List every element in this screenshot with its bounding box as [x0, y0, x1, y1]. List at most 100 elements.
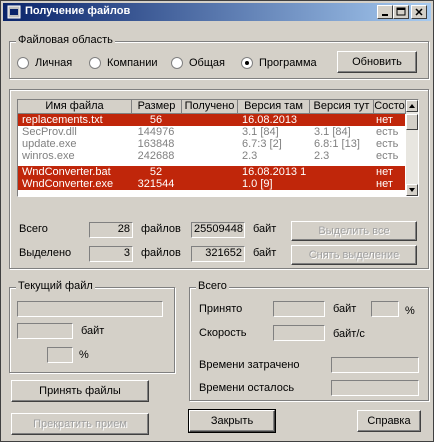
col-name-header[interactable]: Имя файла — [18, 100, 132, 114]
cell-ver-here: 2.3 — [314, 150, 330, 162]
title-bar[interactable]: Получение файлов — [3, 3, 431, 21]
cell-name: replacements.txt — [22, 114, 103, 126]
cell-size: 52 — [149, 166, 163, 178]
current-file-bytes-label: байт — [81, 325, 105, 337]
maximize-icon — [396, 7, 406, 16]
cell-state: нет — [376, 178, 393, 190]
cell-ver-there: 1.0 [9] — [242, 178, 273, 190]
total-label: Всего — [19, 223, 48, 235]
total-files-label: файлов — [141, 223, 181, 235]
radio-personal-label: Личная — [35, 57, 73, 69]
current-file-bytes-field — [17, 323, 73, 339]
current-file-group-label: Текущий файл — [16, 280, 95, 292]
speed-label: Скорость — [199, 327, 247, 339]
cell-name: WndConverter.exe — [22, 178, 114, 190]
cell-ver-there: 2.3 — [242, 150, 258, 162]
received-percent-label: % — [405, 305, 415, 317]
close-window-button[interactable] — [411, 5, 427, 19]
cell-name: WndConverter.bat — [22, 166, 111, 178]
radio-company[interactable] — [89, 57, 101, 69]
arrow-up-icon — [409, 104, 415, 108]
selected-bytes-label: байт — [253, 247, 277, 259]
received-bytes-field — [273, 301, 325, 317]
received-label: Принято — [199, 303, 243, 315]
cell-ver-here: 6.8:1 [13] — [314, 138, 360, 150]
scroll-down-button[interactable] — [406, 184, 418, 196]
cell-ver-here: 3.1 [84] — [314, 126, 351, 138]
overall-group-label: Всего — [196, 280, 229, 292]
app-icon — [7, 5, 21, 19]
window-title: Получение файлов — [25, 5, 131, 17]
cell-ver-there: 16.08.2013 1 — [242, 166, 307, 178]
radio-program[interactable] — [241, 57, 253, 69]
current-file-name-field — [17, 301, 163, 317]
col-size-header[interactable]: Размер — [132, 100, 182, 114]
speed-field — [273, 325, 325, 341]
cell-state: есть — [376, 150, 399, 162]
radio-personal[interactable] — [17, 57, 29, 69]
table-row[interactable]: update.exe 163848 6.7:3 [2] 6.8:1 [13] есть — [18, 138, 405, 150]
file-list[interactable]: Имя файла Размер Получено Версия там Версия … — [17, 99, 419, 197]
close-icon — [415, 8, 423, 16]
cell-state: нет — [376, 166, 393, 178]
time-spent-label: Времени затрачено — [199, 359, 300, 371]
minimize-button[interactable] — [377, 5, 393, 19]
help-button[interactable]: Справка — [357, 410, 421, 432]
cell-name: SecProv.dll — [22, 126, 77, 138]
time-left-label: Времени осталось — [199, 382, 295, 394]
total-files-field: 28 — [89, 222, 133, 238]
table-row[interactable]: SecProv.dll 144976 3.1 [84] 3.1 [84] есть — [18, 126, 405, 138]
table-row[interactable]: WndConverter.bat 52 16.08.2013 1 нет — [18, 166, 405, 178]
selected-label: Выделено — [19, 247, 72, 259]
cell-ver-there: 16.08.2013 — [242, 114, 298, 126]
cell-ver-there: 6.7:3 [2] — [242, 138, 282, 150]
receive-files-button[interactable]: Принять файлы — [11, 380, 149, 402]
cell-state: есть — [376, 126, 399, 138]
selected-files-label: файлов — [141, 247, 181, 259]
col-version-there-header[interactable]: Версия там — [238, 100, 310, 114]
minimize-icon — [382, 14, 388, 16]
close-button[interactable]: Закрыть — [188, 409, 276, 433]
radio-common[interactable] — [171, 57, 183, 69]
cell-size: 242688 — [137, 150, 175, 162]
selected-bytes-field: 321652 — [191, 246, 245, 262]
time-spent-field — [331, 357, 419, 373]
col-received-header[interactable]: Получено — [182, 100, 238, 114]
total-bytes-label: байт — [253, 223, 277, 235]
radio-program-label: Программа — [259, 57, 317, 69]
scroll-thumb[interactable] — [406, 114, 418, 130]
cell-ver-there: 3.1 [84] — [242, 126, 279, 138]
selected-files-field: 3 — [89, 246, 133, 262]
file-list-scrollbar[interactable] — [406, 100, 418, 196]
stop-receiving-button[interactable]: Прекратить прием — [11, 413, 149, 435]
cell-size: 163848 — [137, 138, 175, 150]
cell-name: update.exe — [22, 138, 77, 150]
maximize-button[interactable] — [393, 5, 409, 19]
table-row[interactable]: WndConverter.exe 321544 1.0 [9] нет — [18, 178, 405, 190]
main-window: Получение файлов Файловая область Личная… — [0, 0, 434, 442]
file-area-group-label: Файловая область — [16, 34, 115, 46]
refresh-button[interactable]: Обновить — [337, 51, 417, 73]
received-bytes-label: байт — [333, 303, 357, 315]
cell-size: 56 — [149, 114, 163, 126]
cell-size: 321544 — [137, 178, 175, 190]
col-state-header[interactable]: Состо — [374, 100, 406, 114]
current-file-percent-field — [47, 347, 73, 363]
table-row[interactable]: replacements.txt 56 16.08.2013 нет — [18, 114, 405, 126]
current-file-percent-label: % — [79, 349, 89, 361]
time-left-field — [331, 380, 419, 396]
cell-state: есть — [376, 138, 399, 150]
arrow-down-icon — [409, 188, 415, 192]
deselect-button[interactable]: Снять выделение — [291, 245, 417, 265]
speed-unit-label: байт/с — [333, 328, 365, 340]
total-bytes-field: 25509448 — [191, 222, 245, 238]
cell-state: нет — [376, 114, 393, 126]
cell-size: 144976 — [137, 126, 175, 138]
radio-common-label: Общая — [189, 57, 225, 69]
radio-company-label: Компании — [107, 57, 158, 69]
scroll-up-button[interactable] — [406, 100, 418, 112]
table-row[interactable]: winros.exe 242688 2.3 2.3 есть — [18, 150, 405, 162]
col-version-here-header[interactable]: Версия тут — [310, 100, 374, 114]
select-all-button[interactable]: Выделить все — [291, 221, 417, 241]
received-percent-field — [371, 301, 399, 317]
